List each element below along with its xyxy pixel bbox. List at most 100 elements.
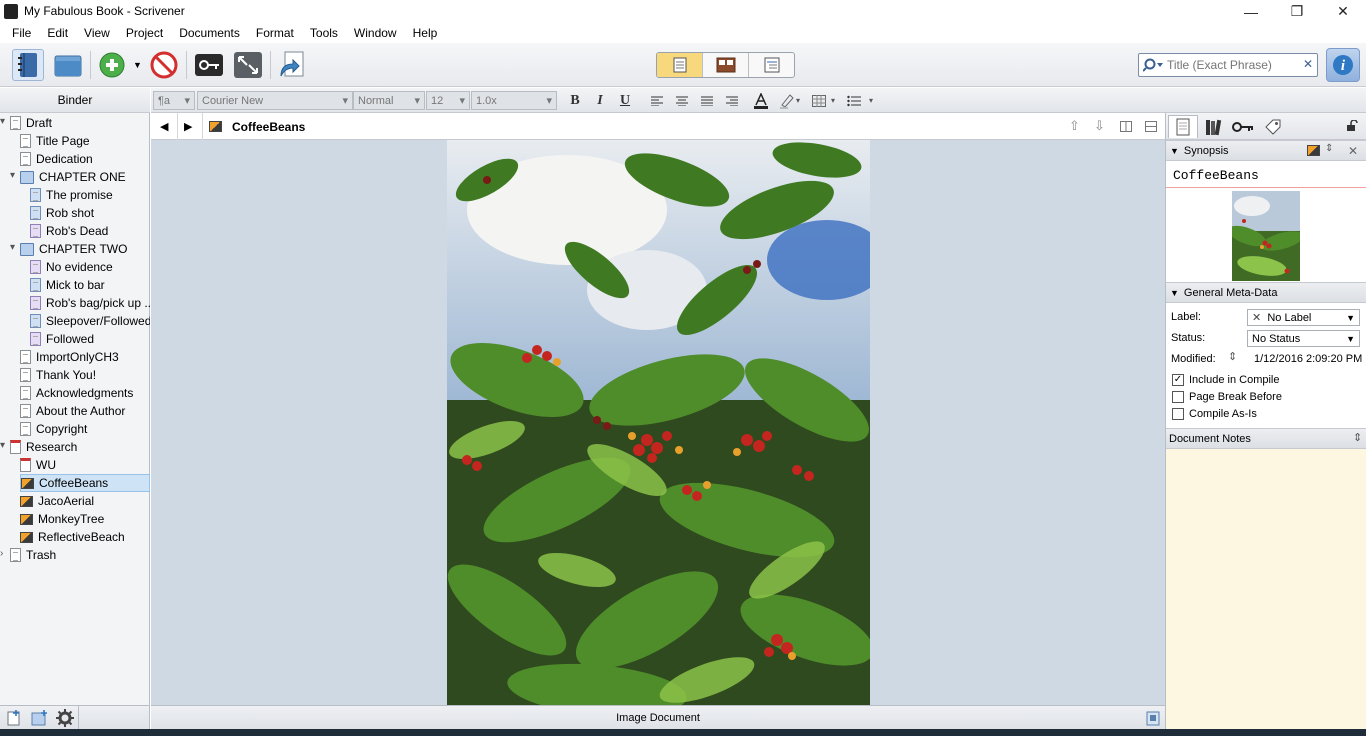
align-right-button[interactable] xyxy=(722,91,742,110)
align-justify-button[interactable] xyxy=(697,91,717,110)
minimize-button[interactable]: — xyxy=(1228,0,1274,23)
collections-button[interactable] xyxy=(52,49,84,81)
binder-item[interactable]: CHAPTER ONE xyxy=(20,168,150,186)
tab-references[interactable] xyxy=(1198,115,1228,138)
underline-button[interactable]: U xyxy=(615,91,635,110)
binder-item[interactable]: Trash xyxy=(10,546,150,564)
binder-item[interactable]: Research xyxy=(10,438,150,456)
tab-notes[interactable] xyxy=(1168,115,1198,138)
metadata-header[interactable]: ▼ General Meta-Data xyxy=(1166,282,1366,303)
binder-item[interactable]: Rob shot xyxy=(30,204,150,222)
binder-item[interactable]: Thank You! xyxy=(20,366,150,384)
date-toggle-icon[interactable]: ⇕ xyxy=(1228,350,1237,363)
expand-triangle-icon[interactable]: ▾ xyxy=(10,242,20,253)
collapse-triangle-icon[interactable]: › xyxy=(0,548,10,559)
menu-documents[interactable]: Documents xyxy=(171,26,248,40)
binder-item[interactable]: WU xyxy=(20,456,150,474)
compile-button[interactable] xyxy=(276,49,308,81)
binder-item[interactable]: Mick to bar xyxy=(30,276,150,294)
synopsis-title[interactable]: CoffeeBeans xyxy=(1173,168,1259,183)
font-size-select[interactable]: 12 ▾ xyxy=(426,91,470,110)
add-folder-button[interactable] xyxy=(31,710,49,729)
split-horizontal-button[interactable] xyxy=(1145,121,1157,135)
full-screen-button[interactable] xyxy=(232,49,264,81)
chevron-down-icon[interactable]: ▾ xyxy=(796,96,800,105)
expand-triangle-icon[interactable]: ▾ xyxy=(0,440,10,451)
tab-keywords[interactable] xyxy=(1228,115,1258,138)
font-weight-select[interactable]: Normal ▾ xyxy=(353,91,425,110)
include-in-compile-checkbox[interactable]: ✓ xyxy=(1172,374,1184,386)
align-center-button[interactable] xyxy=(672,91,692,110)
binder-item[interactable]: Rob's bag/pick up ... xyxy=(30,294,150,312)
text-color-button[interactable] xyxy=(751,91,771,110)
binder-settings-button[interactable] xyxy=(56,709,74,730)
close-icon[interactable]: ✕ xyxy=(1348,144,1358,158)
binder-item[interactable]: Draft xyxy=(10,114,150,132)
menu-format[interactable]: Format xyxy=(248,26,302,40)
status-select[interactable]: No Status ▼ xyxy=(1247,330,1360,347)
align-left-button[interactable] xyxy=(647,91,667,110)
binder-item[interactable]: Followed xyxy=(30,330,150,348)
synopsis-header[interactable]: ▼ Synopsis ⇕ ✕ xyxy=(1166,140,1366,161)
expand-triangle-icon[interactable]: ▾ xyxy=(0,116,10,127)
synopsis-image-toggle-icon[interactable] xyxy=(1307,145,1320,156)
binder-item[interactable]: Dedication xyxy=(20,150,150,168)
add-dropdown-arrow-icon[interactable]: ▼ xyxy=(133,60,142,70)
compile-as-is-checkbox[interactable] xyxy=(1172,408,1184,420)
keywords-button[interactable] xyxy=(193,49,225,81)
binder-item[interactable]: Rob's Dead xyxy=(30,222,150,240)
image-settings-button[interactable] xyxy=(1145,710,1161,729)
page-break-before-checkbox[interactable] xyxy=(1172,391,1184,403)
inspector-lock-button[interactable] xyxy=(1346,119,1358,135)
binder-item[interactable]: MonkeyTree xyxy=(20,510,150,528)
down-arrow-icon[interactable]: ⇩ xyxy=(1094,118,1105,134)
chevron-down-icon[interactable]: ▾ xyxy=(869,96,873,105)
binder-item[interactable]: No evidence xyxy=(30,258,150,276)
document-notes-editor[interactable] xyxy=(1166,449,1366,736)
scrivenings-view-button[interactable] xyxy=(657,53,703,77)
menu-tools[interactable]: Tools xyxy=(302,26,346,40)
split-vertical-button[interactable] xyxy=(1120,121,1132,135)
binder-item[interactable]: The promise xyxy=(30,186,150,204)
binder-item[interactable]: Copyright xyxy=(20,420,150,438)
close-button[interactable]: ✕ xyxy=(1320,0,1366,23)
menu-project[interactable]: Project xyxy=(118,26,171,40)
highlight-button[interactable] xyxy=(777,91,797,110)
clear-search-icon[interactable]: ✕ xyxy=(1303,57,1313,71)
bold-button[interactable]: B xyxy=(565,91,585,110)
binder-item[interactable]: JacoAerial xyxy=(20,492,150,510)
binder-item[interactable]: Acknowledgments xyxy=(20,384,150,402)
corkboard-view-button[interactable] xyxy=(703,53,749,77)
binder-item[interactable]: Sleepover/Followed xyxy=(30,312,150,330)
add-button[interactable] xyxy=(96,49,128,81)
menu-view[interactable]: View xyxy=(76,26,118,40)
binder-item[interactable]: About the Author xyxy=(20,402,150,420)
table-button[interactable] xyxy=(809,91,829,110)
label-select[interactable]: ✕ No Label ▼ xyxy=(1247,309,1360,326)
tab-metadata[interactable] xyxy=(1258,115,1288,138)
expand-triangle-icon[interactable]: ▾ xyxy=(10,170,20,181)
binder-item[interactable]: ImportOnlyCH3 xyxy=(20,348,150,366)
delete-button[interactable] xyxy=(148,49,180,81)
inspector-toggle-button[interactable]: i xyxy=(1326,48,1360,82)
search-input[interactable] xyxy=(1167,57,1297,73)
chevron-down-icon[interactable]: ▾ xyxy=(831,96,835,105)
up-arrow-icon[interactable]: ⇧ xyxy=(1069,118,1080,134)
italic-button[interactable]: I xyxy=(590,91,610,110)
binder-toggle-button[interactable] xyxy=(12,49,44,81)
binder-item[interactable]: CoffeeBeans xyxy=(20,474,150,492)
binder-item[interactable]: Title Page xyxy=(20,132,150,150)
updown-arrows-icon[interactable]: ⇕ xyxy=(1353,431,1362,444)
document-notes-header[interactable]: Document Notes ⇕ xyxy=(1166,428,1366,449)
maximize-button[interactable]: ❐ xyxy=(1274,0,1320,23)
search-icon[interactable] xyxy=(1143,57,1165,73)
binder-item[interactable]: ReflectiveBeach xyxy=(20,528,150,546)
menu-window[interactable]: Window xyxy=(346,26,405,40)
add-document-button[interactable] xyxy=(6,710,22,729)
menu-help[interactable]: Help xyxy=(405,26,446,40)
line-spacing-select[interactable]: 1.0x ▾ xyxy=(471,91,557,110)
forward-arrow-icon[interactable]: ▶ xyxy=(184,120,192,133)
list-button[interactable] xyxy=(844,91,864,110)
binder-item[interactable]: CHAPTER TWO xyxy=(20,240,150,258)
menu-edit[interactable]: Edit xyxy=(39,26,76,40)
